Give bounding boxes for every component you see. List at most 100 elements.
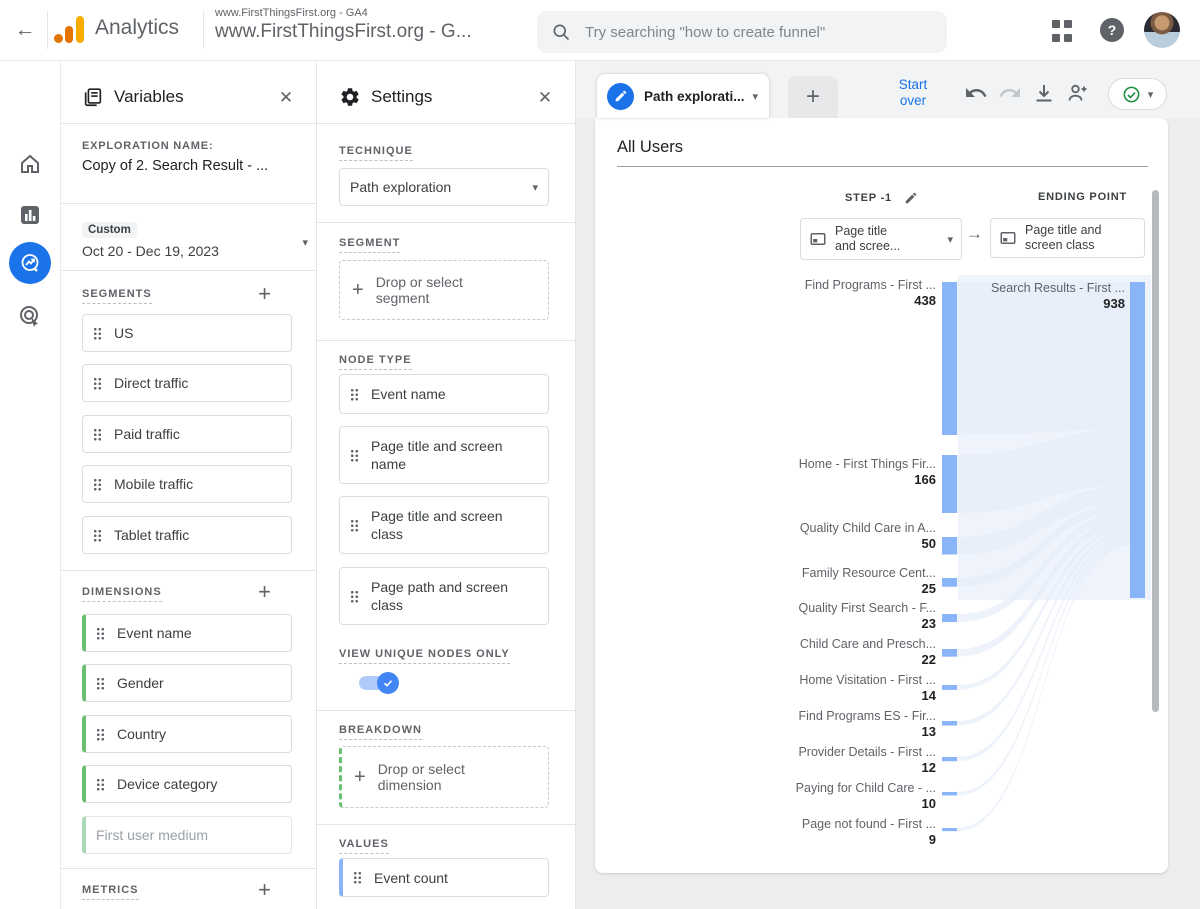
ending-node[interactable]: Search Results - First ... 938 bbox=[945, 280, 1125, 312]
step-node-bar[interactable] bbox=[942, 828, 957, 831]
divider bbox=[60, 270, 316, 271]
step-node[interactable]: Find Programs ES - Fir...13 bbox=[756, 708, 936, 740]
reports-icon[interactable] bbox=[18, 203, 42, 227]
property-switcher[interactable]: www.FirstThingsFirst.org - GA4 www.First… bbox=[215, 8, 472, 41]
add-tab-button[interactable]: + bbox=[788, 76, 838, 118]
node-type-chip[interactable]: Event name bbox=[339, 374, 549, 414]
variables-icon bbox=[82, 86, 104, 108]
step-node-bar[interactable] bbox=[942, 757, 957, 761]
screen-icon bbox=[999, 229, 1017, 247]
share-add-user-icon[interactable] bbox=[1066, 81, 1090, 105]
breakdown-drop-zone[interactable]: + Drop or select dimension bbox=[339, 746, 549, 808]
node-type-chip[interactable]: Page title and screen name bbox=[339, 426, 549, 484]
date-range-picker[interactable]: Custom Oct 20 - Dec 19, 2023 ▾ bbox=[82, 220, 294, 259]
avatar[interactable] bbox=[1144, 12, 1180, 48]
edit-step-pencil-icon[interactable] bbox=[904, 191, 918, 205]
step-node[interactable]: Provider Details - First ...12 bbox=[756, 744, 936, 776]
step-node-bar[interactable] bbox=[942, 792, 957, 795]
step-node-bar[interactable] bbox=[942, 614, 957, 622]
step-node-bar[interactable] bbox=[942, 685, 957, 690]
step-node-bar[interactable] bbox=[942, 721, 957, 726]
step-node-type-dropdown[interactable]: Page titleand scree... ▾ bbox=[800, 218, 962, 260]
explore-icon[interactable] bbox=[9, 242, 51, 284]
values-chip[interactable]: Event count bbox=[339, 858, 549, 897]
ending-node-type-dropdown[interactable]: Page title andscreen class bbox=[990, 218, 1145, 258]
redo-icon bbox=[998, 81, 1022, 105]
search-input[interactable] bbox=[583, 23, 917, 42]
screen-icon bbox=[809, 230, 827, 248]
home-icon[interactable] bbox=[18, 152, 42, 176]
search-icon bbox=[551, 22, 571, 42]
dimension-chip-ghost: First user medium bbox=[82, 816, 292, 854]
top-app-bar: ← Analytics www.FirstThingsFirst.org - G… bbox=[0, 0, 1200, 61]
close-icon[interactable]: ✕ bbox=[274, 86, 298, 110]
step-node[interactable]: Paying for Child Care - ...10 bbox=[756, 780, 936, 812]
step-node-value: 13 bbox=[756, 724, 936, 740]
unique-nodes-section-header: VIEW UNIQUE NODES ONLY bbox=[339, 648, 510, 660]
segment-chip[interactable]: Direct traffic bbox=[82, 364, 292, 402]
arrow-right-icon: → bbox=[966, 224, 983, 244]
unique-nodes-toggle[interactable] bbox=[359, 672, 399, 694]
advertising-icon[interactable] bbox=[18, 304, 42, 328]
apps-grid-icon[interactable] bbox=[1050, 18, 1078, 46]
back-arrow-icon[interactable]: ← bbox=[8, 14, 42, 46]
add-dimension-button[interactable]: + bbox=[258, 579, 272, 605]
step-node[interactable]: Home - First Things Fir...166 bbox=[756, 456, 936, 488]
segment-chip[interactable]: US bbox=[82, 314, 292, 352]
values-chip-label: Event count bbox=[374, 870, 448, 886]
node-type-chip[interactable]: Page path and screen class bbox=[339, 567, 549, 625]
segment-chip[interactable]: Paid traffic bbox=[82, 415, 292, 453]
start-over-button[interactable]: Start over bbox=[889, 77, 937, 109]
variables-header: Variables ✕ bbox=[60, 82, 316, 114]
download-icon[interactable] bbox=[1032, 81, 1056, 105]
dimension-ghost-label: First user medium bbox=[96, 827, 208, 843]
variables-title: Variables bbox=[114, 87, 184, 107]
dimension-chip[interactable]: Device category bbox=[82, 765, 292, 803]
drag-handle-icon bbox=[350, 519, 359, 532]
dimension-chip[interactable]: Country bbox=[82, 715, 292, 753]
add-metric-button[interactable]: + bbox=[258, 877, 272, 903]
step-node-bar[interactable] bbox=[942, 578, 957, 587]
step-node[interactable]: Quality Child Care in A...50 bbox=[756, 520, 936, 552]
dimension-chip[interactable]: Gender bbox=[82, 664, 292, 702]
status-ok-dropdown[interactable]: ▾ bbox=[1108, 78, 1167, 110]
drag-handle-icon bbox=[93, 478, 102, 491]
canvas-scrollbar[interactable] bbox=[1152, 190, 1159, 712]
segment-chip-label: Direct traffic bbox=[114, 375, 188, 391]
segment-drop-zone[interactable]: + Drop or select segment bbox=[339, 260, 549, 320]
step-node-label: Find Programs - First ... bbox=[756, 277, 936, 293]
step-node[interactable]: Family Resource Cent...25 bbox=[756, 565, 936, 597]
segment-chip[interactable]: Tablet traffic bbox=[82, 516, 292, 554]
step-node-bar[interactable] bbox=[942, 649, 957, 657]
step-node[interactable]: Page not found - First ...9 bbox=[756, 816, 936, 848]
step-node-bar[interactable] bbox=[942, 537, 957, 554]
step-node[interactable]: Child Care and Presch...22 bbox=[756, 636, 936, 668]
exploration-tab-active[interactable]: Path explorati... ▾ bbox=[597, 74, 769, 118]
ga4-explorations-app: ← Analytics www.FirstThingsFirst.org - G… bbox=[0, 0, 1200, 909]
variables-panel: Variables ✕ EXPLORATION NAME: Copy of 2.… bbox=[60, 60, 317, 909]
analytics-logo-icon[interactable] bbox=[52, 14, 86, 46]
exploration-name-value[interactable]: Copy of 2. Search Result - ... bbox=[82, 158, 268, 174]
unique-nodes-title: VIEW UNIQUE NODES ONLY bbox=[339, 648, 510, 664]
drag-handle-icon bbox=[350, 388, 359, 401]
search-bar[interactable] bbox=[537, 11, 947, 53]
step-node-bar[interactable] bbox=[942, 455, 957, 513]
node-type-chip[interactable]: Page title and screen class bbox=[339, 496, 549, 554]
values-section-header: VALUES bbox=[339, 838, 389, 850]
segment-chip-label: Mobile traffic bbox=[114, 476, 193, 492]
segment-chip[interactable]: Mobile traffic bbox=[82, 465, 292, 503]
step-node[interactable]: Find Programs - First ...438 bbox=[756, 277, 936, 309]
breakdown-drop-text: Drop or select dimension bbox=[378, 761, 498, 793]
node-type-section-header: NODE TYPE bbox=[339, 354, 412, 366]
undo-icon[interactable] bbox=[964, 81, 988, 105]
ending-node-bar[interactable] bbox=[1130, 282, 1145, 598]
technique-dropdown[interactable]: Path exploration ▾ bbox=[339, 168, 549, 206]
add-segment-button[interactable]: + bbox=[258, 281, 272, 307]
step-node[interactable]: Quality First Search - F...23 bbox=[756, 600, 936, 632]
step-node[interactable]: Home Visitation - First ...14 bbox=[756, 672, 936, 704]
dimension-chip[interactable]: Event name bbox=[82, 614, 292, 652]
segment-applied-title[interactable]: All Users bbox=[617, 138, 1148, 167]
help-icon[interactable]: ? bbox=[1100, 18, 1124, 42]
property-subtitle: www.FirstThingsFirst.org - GA4 bbox=[215, 8, 472, 19]
close-icon[interactable]: ✕ bbox=[533, 86, 557, 110]
